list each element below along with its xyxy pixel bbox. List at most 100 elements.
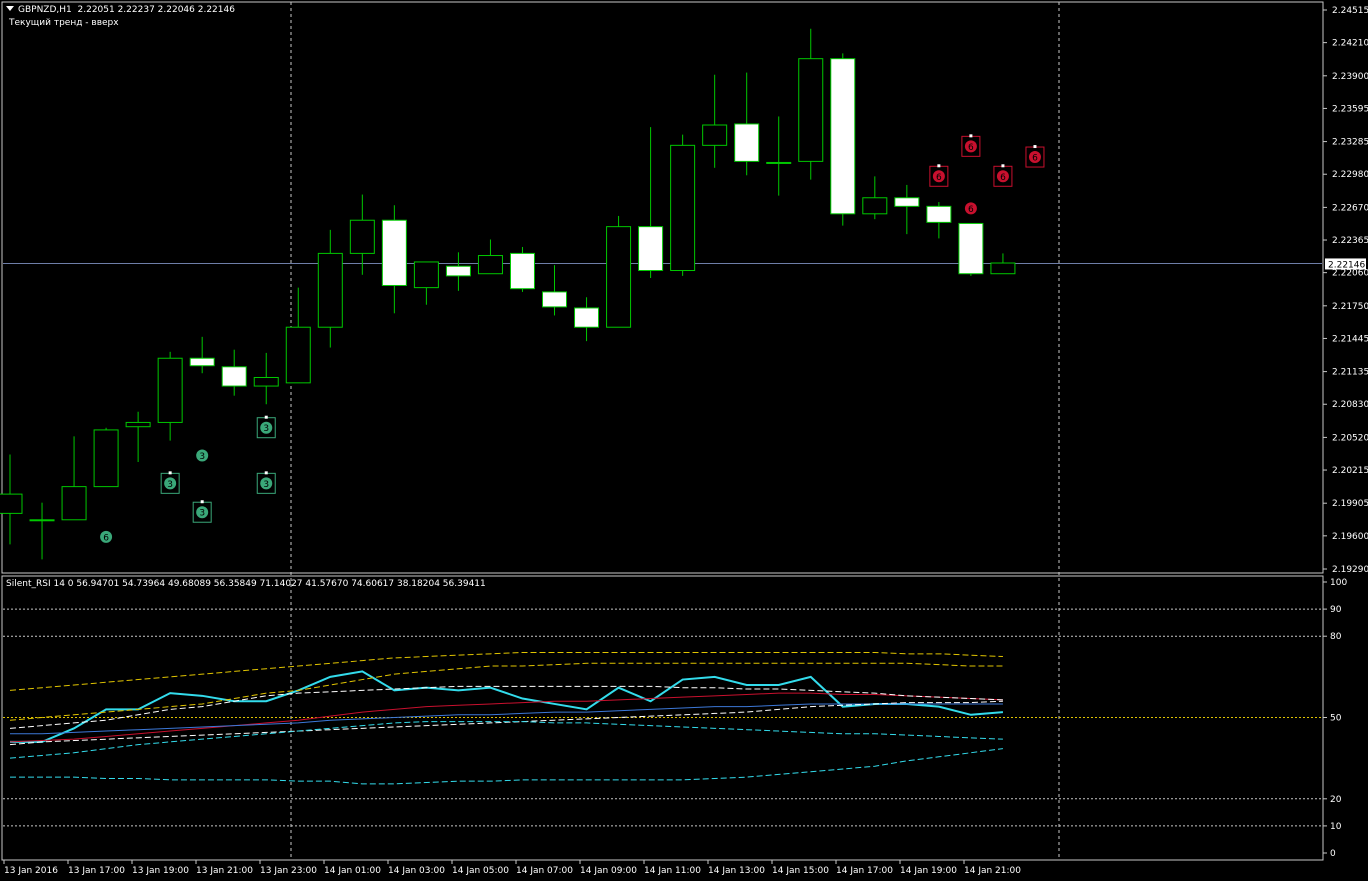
candle-body: [509, 252, 535, 290]
symbol-header: GBPNZD,H1 2.22051 2.22237 2.22046 2.2214…: [6, 5, 235, 15]
candle: [542, 265, 568, 316]
rsi-lines: [9, 651, 1004, 785]
price-tick-label: 2.24210: [1332, 39, 1368, 49]
signal-down-label: 6: [968, 143, 974, 153]
rsi-axis: 10090805020100: [1323, 578, 1347, 859]
rsi-tick-label: 100: [1330, 578, 1347, 588]
rsi-tick-label: 90: [1330, 605, 1342, 615]
candle: [926, 202, 952, 239]
candle-body: [477, 255, 503, 275]
signal-up-marker: [168, 471, 172, 475]
rsi-levels: [3, 608, 1322, 827]
signal-up: 3: [192, 500, 212, 523]
signal-up-marker: [264, 471, 268, 475]
price-tick-label: 2.22670: [1332, 203, 1368, 213]
candle-body: [798, 58, 824, 162]
candle: [29, 502, 55, 560]
rsi-series-band_cyan_lower: [10, 748, 1003, 785]
candle-body: [221, 366, 247, 387]
price-tick-label: 2.23285: [1332, 138, 1368, 148]
signal-up-marker: [200, 500, 204, 504]
candle: [413, 261, 439, 305]
signal-down-label: 6: [1000, 173, 1006, 183]
price-panel-frame: [1, 1, 1324, 574]
candle: [317, 229, 343, 348]
time-tick-label: 14 Jan 21:00: [964, 866, 1021, 876]
candle-body: [894, 197, 920, 207]
time-tick-label: 14 Jan 01:00: [324, 866, 381, 876]
price-tick-label: 2.21750: [1332, 302, 1368, 312]
signal-up: 3: [196, 449, 209, 462]
price-tick-label: 2.22365: [1332, 236, 1368, 246]
signal-down-marker: [969, 134, 973, 138]
candle-body: [349, 219, 375, 254]
candle: [285, 287, 311, 384]
price-tick-label: 2.21135: [1332, 368, 1368, 378]
candle: [670, 134, 696, 276]
signals: 6 3 3 3 3 3 6 6 6 6 6: [100, 134, 1045, 543]
price-tick-label: 2.19290: [1332, 565, 1368, 575]
signal-up: 6: [100, 530, 113, 543]
rsi-series-band_cyan_upper: [9, 721, 1003, 759]
rsi-series-ma_blue: [10, 703, 1003, 735]
candle: [61, 436, 87, 521]
candle-body: [125, 421, 151, 428]
candle-body: [445, 265, 471, 277]
time-tick-label: 13 Jan 19:00: [132, 866, 189, 876]
candle: [606, 215, 632, 328]
candle: [509, 246, 535, 292]
candle-body: [606, 226, 632, 328]
candle: [702, 74, 728, 168]
candle: [477, 239, 503, 275]
candle-body: [702, 124, 728, 146]
signal-up-label: 3: [199, 452, 205, 462]
candles: [0, 28, 1016, 560]
rsi-series-ma_red: [9, 692, 1003, 743]
candle: [990, 253, 1016, 275]
current-price-label: 2.22146: [1328, 260, 1365, 270]
candle-body: [413, 261, 439, 289]
signal-down-marker: [1033, 145, 1037, 149]
time-tick-label: 14 Jan 03:00: [388, 866, 445, 876]
time-tick-label: 14 Jan 19:00: [900, 866, 957, 876]
candle-body: [29, 519, 55, 522]
trend-text: Текущий тренд - вверх: [9, 18, 119, 28]
candle: [221, 349, 247, 396]
time-tick-label: 13 Jan 2016: [4, 866, 58, 876]
signal-up-label: 3: [263, 424, 269, 434]
candle-body: [926, 205, 952, 223]
price-tick-label: 2.24515: [1332, 6, 1368, 16]
price-tick-label: 2.20830: [1332, 400, 1368, 410]
time-tick-label: 13 Jan 17:00: [68, 866, 125, 876]
rsi-tick-label: 20: [1330, 795, 1342, 805]
time-tick-label: 14 Jan 07:00: [516, 866, 573, 876]
candle-body: [285, 326, 311, 384]
signal-up-label: 6: [103, 533, 109, 543]
candle-body: [93, 429, 119, 488]
candle: [253, 352, 279, 405]
candle: [349, 194, 375, 275]
rsi-tick-label: 0: [1330, 849, 1336, 859]
chart-canvas[interactable]: 2.24515 2.24210 2.23900 2.23595 2.23285 2.229…: [0, 0, 1368, 881]
candle-body: [542, 291, 568, 308]
collapse-triangle-icon[interactable]: [6, 6, 14, 11]
candle-body: [638, 226, 664, 272]
candle: [157, 351, 183, 441]
rsi-series-band_yellow_upper: [9, 651, 1003, 691]
ohlc-values: 2.22051 2.22237 2.22046 2.22146: [77, 5, 235, 15]
candle-body: [990, 262, 1016, 275]
candle-body: [734, 123, 760, 162]
price-tick-label: 2.23900: [1332, 72, 1368, 82]
signal-down-label: 6: [968, 205, 974, 215]
candle-body: [958, 222, 984, 275]
time-tick-label: 14 Jan 05:00: [452, 866, 509, 876]
candle: [830, 53, 856, 226]
candle: [638, 127, 664, 278]
candle: [958, 222, 984, 276]
candle-body: [862, 197, 888, 215]
candle: [894, 184, 920, 235]
time-tick-label: 14 Jan 11:00: [644, 866, 701, 876]
signal-down: 6: [964, 202, 977, 215]
candle-body: [0, 493, 23, 514]
candle-body: [670, 144, 696, 272]
